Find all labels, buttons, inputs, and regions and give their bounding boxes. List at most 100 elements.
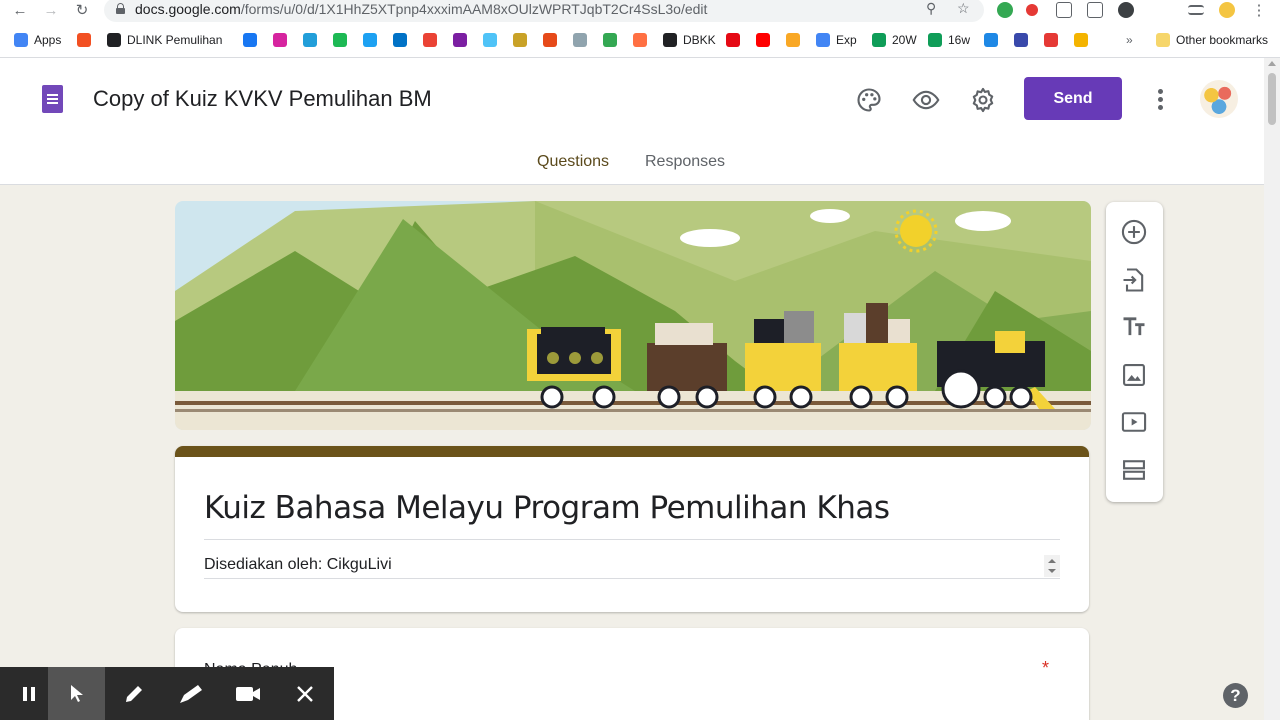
tab-responses[interactable]: Responses bbox=[645, 153, 725, 171]
bookmarks-overflow-button[interactable]: » bbox=[1126, 32, 1133, 48]
palette-icon[interactable] bbox=[855, 86, 883, 114]
url-text: docs.google.com/forms/u/0/d/1X1HhZ5XTpnp… bbox=[135, 1, 707, 17]
sheets-plus-icon bbox=[872, 33, 886, 47]
bookmark-outlook[interactable] bbox=[393, 32, 407, 48]
reload-icon[interactable]: ↻ bbox=[72, 1, 92, 21]
bookmark-twitter[interactable] bbox=[363, 32, 377, 48]
required-asterisk: * bbox=[1042, 658, 1050, 678]
facebook-icon bbox=[243, 33, 257, 47]
star-icon[interactable]: ☆ bbox=[957, 0, 970, 17]
bookmark-pdf[interactable] bbox=[1044, 32, 1058, 48]
bookmark-globe-dbkk[interactable]: DBKK bbox=[663, 32, 716, 48]
other-bookmarks[interactable]: Other bookmarks bbox=[1156, 32, 1268, 48]
header-banner-image[interactable] bbox=[175, 201, 1091, 430]
apps-grid-icon bbox=[14, 33, 28, 47]
bookmark-netflix[interactable] bbox=[726, 32, 740, 48]
bookmark-youtube[interactable] bbox=[756, 32, 770, 48]
add-title-icon[interactable] bbox=[1120, 313, 1148, 341]
close-recorder-button[interactable] bbox=[276, 667, 333, 720]
r-icon bbox=[1014, 33, 1028, 47]
description-resize-stepper[interactable] bbox=[1044, 555, 1060, 577]
scrollbar-thumb[interactable] bbox=[1268, 73, 1276, 125]
bookmark-crest[interactable] bbox=[513, 32, 527, 48]
preview-eye-icon[interactable] bbox=[912, 86, 940, 114]
reader-extension-icon[interactable] bbox=[1056, 2, 1072, 18]
document-title[interactable]: Copy of Kuiz KVKV Pemulihan BM bbox=[93, 86, 432, 112]
url-domain: docs.google.com bbox=[135, 1, 241, 17]
bookmark-label: 20W bbox=[892, 33, 917, 47]
bookmark-facebook[interactable] bbox=[243, 32, 257, 48]
form-description[interactable]: Disediakan oleh: CikguLivi bbox=[204, 556, 392, 574]
outlook-icon bbox=[393, 33, 407, 47]
address-bar[interactable]: docs.google.com/forms/u/0/d/1X1HhZ5XTpnp… bbox=[104, 0, 984, 22]
webcam-toggle-button[interactable] bbox=[219, 667, 276, 720]
train-illustration bbox=[175, 201, 1091, 430]
bookmark-drive-exp[interactable]: Exp bbox=[816, 32, 857, 48]
bookmark-runner[interactable] bbox=[786, 32, 800, 48]
bookmark-instagram[interactable] bbox=[273, 32, 287, 48]
account-avatar[interactable] bbox=[1200, 80, 1238, 118]
record-extension-icon[interactable] bbox=[1026, 4, 1038, 16]
form-title-card[interactable]: Kuiz Bahasa Melayu Program Pemulihan Kha… bbox=[175, 446, 1089, 612]
screen-recorder-toolbar bbox=[0, 667, 334, 720]
settings-gear-icon[interactable] bbox=[969, 86, 997, 114]
bookmark-sheets-plus-20w[interactable]: 20W bbox=[872, 32, 917, 48]
other-bookmarks-label: Other bookmarks bbox=[1176, 33, 1269, 47]
more-options-icon[interactable] bbox=[1158, 89, 1164, 111]
bookmark-doc[interactable] bbox=[573, 32, 587, 48]
bookmark-fish[interactable] bbox=[483, 32, 497, 48]
profile-avatar-small[interactable] bbox=[1219, 2, 1235, 18]
slides-icon bbox=[1074, 33, 1088, 47]
bookmark-office[interactable] bbox=[543, 32, 557, 48]
add-video-icon[interactable] bbox=[1120, 408, 1148, 436]
page-scrollbar[interactable] bbox=[1264, 58, 1280, 720]
import-questions-icon[interactable] bbox=[1120, 266, 1148, 294]
add-section-icon[interactable] bbox=[1120, 456, 1148, 484]
twitter-icon bbox=[363, 33, 377, 47]
pointer-tool-button[interactable] bbox=[48, 667, 105, 720]
bookmark-slides[interactable] bbox=[1074, 32, 1088, 48]
pointer-icon bbox=[70, 684, 83, 702]
bookmark-windows[interactable] bbox=[77, 32, 91, 48]
playlist-icon[interactable] bbox=[1188, 5, 1204, 15]
bookmark-photo[interactable] bbox=[984, 32, 998, 48]
add-question-icon[interactable] bbox=[1120, 218, 1148, 246]
bookmark-label: Exp bbox=[836, 33, 857, 47]
add-image-icon[interactable] bbox=[1120, 361, 1148, 389]
bookmark-apps-grid-apps[interactable]: Apps bbox=[14, 32, 61, 48]
forms-header: Copy of Kuiz KVKV Pemulihan BM Send Ques… bbox=[0, 58, 1264, 185]
forward-arrow-icon[interactable]: → bbox=[41, 1, 61, 21]
send-button[interactable]: Send bbox=[1024, 77, 1122, 120]
chrome-extension-icon[interactable] bbox=[1118, 2, 1134, 18]
grammarly-extension-icon[interactable] bbox=[997, 2, 1013, 18]
bookmark-drive[interactable] bbox=[603, 32, 617, 48]
scroll-up-arrow-icon[interactable] bbox=[1268, 61, 1276, 66]
help-button[interactable]: ? bbox=[1223, 683, 1248, 708]
zoom-icon[interactable]: ⚲ bbox=[926, 0, 936, 17]
close-icon bbox=[296, 685, 313, 702]
book-extension-icon[interactable] bbox=[1087, 2, 1103, 18]
bookmark-globe-dlink-pemulihan[interactable]: DLINK Pemulihan bbox=[107, 32, 222, 48]
form-title[interactable]: Kuiz Bahasa Melayu Program Pemulihan Kha… bbox=[204, 490, 890, 526]
highlighter-tool-button[interactable] bbox=[162, 667, 219, 720]
bookmark-bubble[interactable] bbox=[633, 32, 647, 48]
telegram-icon bbox=[303, 33, 317, 47]
bookmark-sheets-plus-16w[interactable]: 16w bbox=[928, 32, 970, 48]
chrome-menu-icon[interactable]: ⋮ bbox=[1249, 1, 1269, 21]
bookmark-gmail[interactable] bbox=[423, 32, 437, 48]
pause-icon bbox=[22, 686, 35, 701]
drive-icon bbox=[603, 33, 617, 47]
globe-icon bbox=[663, 33, 677, 47]
bookmark-label: 16w bbox=[948, 33, 971, 47]
bookmark-mail[interactable] bbox=[453, 32, 467, 48]
bookmark-spotify[interactable] bbox=[333, 32, 347, 48]
back-arrow-icon[interactable]: ← bbox=[10, 1, 30, 21]
bookmark-r[interactable] bbox=[1014, 32, 1028, 48]
mail-icon bbox=[453, 33, 467, 47]
tab-questions[interactable]: Questions bbox=[537, 153, 609, 171]
pen-tool-button[interactable] bbox=[105, 667, 162, 720]
bookmark-telegram[interactable] bbox=[303, 32, 317, 48]
google-forms-logo-icon[interactable] bbox=[42, 85, 63, 113]
instagram-icon bbox=[273, 33, 287, 47]
drive-icon bbox=[816, 33, 830, 47]
